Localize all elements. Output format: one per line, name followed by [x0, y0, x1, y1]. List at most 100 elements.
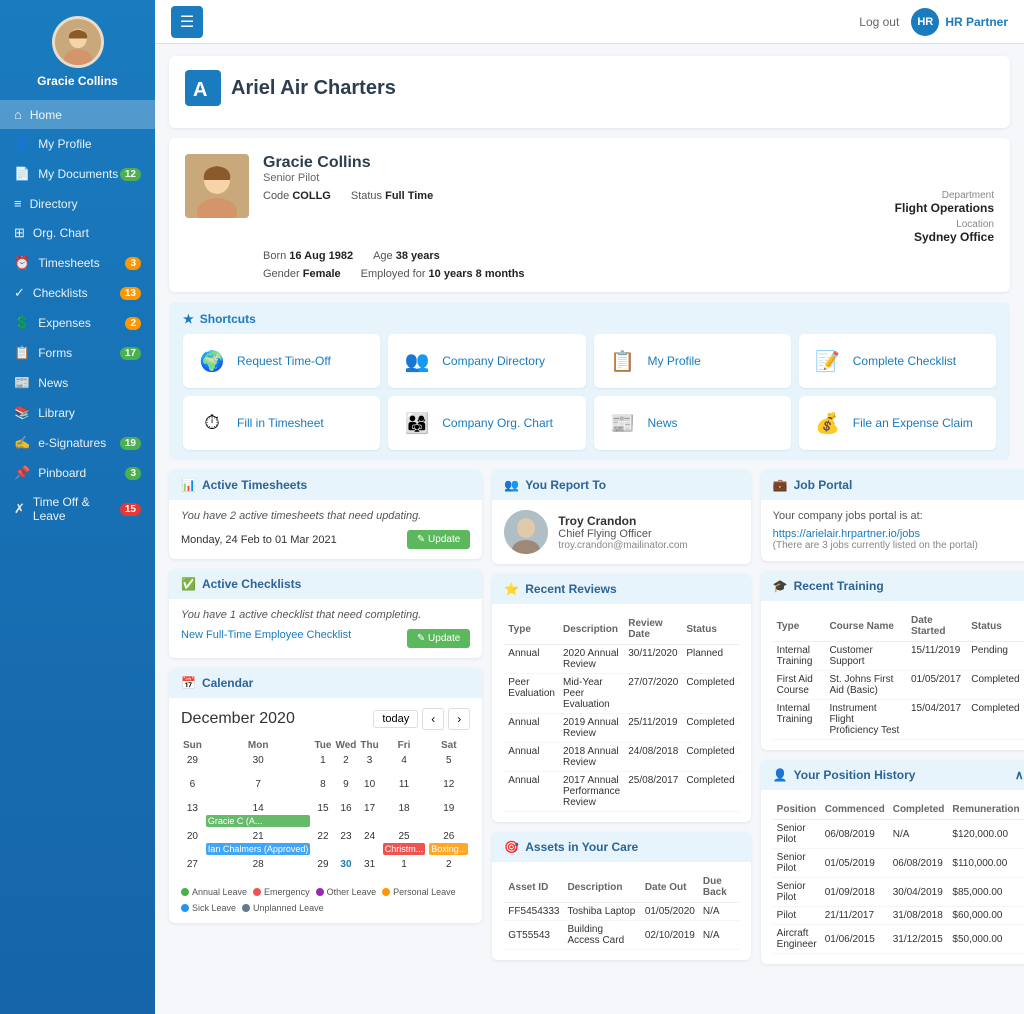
active-checklists-card: ✅ Active Checklists You have 1 active ch…: [169, 569, 482, 658]
review-type: Peer Evaluation: [504, 674, 559, 714]
checklist-update-button[interactable]: ✎ Update: [407, 629, 470, 648]
shortcut-my-profile[interactable]: 📋 My Profile: [594, 334, 791, 388]
sidebar-item-my-profile[interactable]: 👤 My Profile: [0, 129, 155, 159]
sidebar-item-my-documents[interactable]: 📄 My Documents 12: [0, 159, 155, 189]
sidebar-item-org-chart[interactable]: ⊞ Org. Chart: [0, 218, 155, 248]
sidebar-item-checklists[interactable]: ✓ Checklists 13: [0, 278, 155, 308]
calendar-today-button[interactable]: today: [373, 710, 418, 728]
training-title: Recent Training: [794, 579, 884, 593]
reviews-title: Recent Reviews: [525, 582, 616, 596]
training-course: Instrument Flight Proficiency Test: [825, 700, 907, 740]
job-portal-link[interactable]: https://arielair.hrpartner.io/jobs: [773, 528, 920, 540]
assets-col-desc: Description: [563, 872, 640, 903]
reviews-icon: ⭐: [504, 582, 519, 596]
profile-meta-2: Born 16 Aug 1982 Age 38 years: [263, 250, 994, 262]
cal-cell[interactable]: 30: [333, 857, 358, 881]
asset-date-out: 01/05/2020: [641, 903, 699, 921]
cal-cell[interactable]: 14Gracie C (A...: [204, 801, 313, 829]
cal-cell[interactable]: 13: [181, 801, 204, 829]
cal-cell[interactable]: 31: [358, 857, 380, 881]
cal-cell[interactable]: 23: [333, 829, 358, 857]
position-name: Pilot: [773, 907, 821, 925]
shortcut-company-directory[interactable]: 👥 Company Directory: [388, 334, 585, 388]
legend-unplanned: Unplanned Leave: [242, 903, 324, 913]
shortcut-fill-timesheet[interactable]: ⏱ Fill in Timesheet: [183, 396, 380, 450]
cal-cell[interactable]: 2: [427, 857, 470, 881]
sidebar-item-label: My Documents: [38, 167, 118, 181]
position-collapse-icon[interactable]: ∧: [1015, 768, 1024, 782]
calendar-next-button[interactable]: ›: [448, 708, 470, 730]
cal-cell[interactable]: 26Boxing...: [427, 829, 470, 857]
sidebar-item-timesheets[interactable]: ⏰ Timesheets 3: [0, 248, 155, 278]
cal-cell[interactable]: 25Christm...: [381, 829, 428, 857]
logout-link[interactable]: Log out: [859, 15, 899, 29]
cal-cell[interactable]: 7: [204, 777, 313, 801]
sidebar-item-label: Directory: [30, 197, 78, 211]
cal-cell[interactable]: 24: [358, 829, 380, 857]
calendar-controls: December 2020 today ‹ ›: [181, 708, 470, 730]
sidebar-item-e-signatures[interactable]: ✍ e-Signatures 19: [0, 428, 155, 458]
shortcut-complete-checklist[interactable]: 📝 Complete Checklist: [799, 334, 996, 388]
table-row: FF5454333 Toshiba Laptop 01/05/2020 N/A: [504, 903, 738, 921]
cal-cell[interactable]: 10: [358, 777, 380, 801]
cal-cell[interactable]: 29: [181, 753, 204, 777]
cal-cell[interactable]: 1: [312, 753, 333, 777]
sidebar-item-label: Library: [38, 406, 75, 420]
cal-cell[interactable]: 27: [181, 857, 204, 881]
sidebar-item-forms[interactable]: 📋 Forms 17: [0, 338, 155, 368]
checklist-link[interactable]: New Full-Time Employee Checklist: [181, 629, 351, 641]
cal-cell[interactable]: 6: [181, 777, 204, 801]
svg-text:A: A: [193, 79, 207, 101]
asset-id: GT55543: [504, 921, 563, 950]
training-col-date: Date Started: [907, 611, 967, 642]
cal-cell[interactable]: 20: [181, 829, 204, 857]
sidebar-item-time-off-leave[interactable]: ✗ Time Off & Leave 15: [0, 488, 155, 530]
cal-cell[interactable]: 1: [381, 857, 428, 881]
cal-cell[interactable]: 18: [381, 801, 428, 829]
assets-header: 🎯 Assets in Your Care: [492, 832, 750, 862]
calendar-prev-button[interactable]: ‹: [422, 708, 444, 730]
shortcut-news[interactable]: 📰 News: [594, 396, 791, 450]
hamburger-button[interactable]: ☰: [171, 6, 203, 38]
shortcut-request-timeoff[interactable]: 🌍 Request Time-Off: [183, 334, 380, 388]
cal-cell[interactable]: 9: [333, 777, 358, 801]
training-table: Type Course Name Date Started Status Int…: [773, 611, 1024, 740]
sidebar-username[interactable]: Gracie Collins: [37, 74, 118, 88]
cal-cell[interactable]: 21Ian Chalmers (Approved): [204, 829, 313, 857]
cal-cell[interactable]: 28: [204, 857, 313, 881]
cal-cell[interactable]: 11: [381, 777, 428, 801]
assets-body: Asset ID Description Date Out Due Back F…: [492, 862, 750, 960]
cal-day-sat: Sat: [427, 738, 470, 753]
recent-training-card: 🎓 Recent Training Type Course Name Date …: [761, 571, 1024, 750]
cal-cell[interactable]: 19: [427, 801, 470, 829]
cal-cell[interactable]: 15: [312, 801, 333, 829]
table-row: Senior Pilot 01/09/2018 30/04/2019 $85,0…: [773, 878, 1024, 907]
timesheet-update-button[interactable]: ✎ Update: [407, 530, 470, 549]
sidebar-item-expenses[interactable]: 💲 Expenses 2: [0, 308, 155, 338]
cal-cell[interactable]: 4: [381, 753, 428, 777]
topbar-right: Log out HR HR Partner: [859, 8, 1008, 36]
cal-cell[interactable]: 2: [333, 753, 358, 777]
profile-avatar: [185, 154, 249, 218]
cal-cell[interactable]: 5: [427, 753, 470, 777]
sidebar-item-library[interactable]: 📚 Library: [0, 398, 155, 428]
cal-cell[interactable]: 30: [204, 753, 313, 777]
position-history-title: Your Position History: [794, 768, 916, 782]
shortcut-file-expense[interactable]: 💰 File an Expense Claim: [799, 396, 996, 450]
legend-annual: Annual Leave: [181, 887, 247, 897]
cal-cell[interactable]: 3: [358, 753, 380, 777]
documents-icon: 📄: [14, 166, 30, 182]
cal-cell[interactable]: 17: [358, 801, 380, 829]
sidebar-item-home[interactable]: ⌂ Home: [0, 100, 155, 129]
cal-cell[interactable]: 29: [312, 857, 333, 881]
cal-cell[interactable]: 22: [312, 829, 333, 857]
training-col-course: Course Name: [825, 611, 907, 642]
sidebar-item-directory[interactable]: ≡ Directory: [0, 189, 155, 218]
sidebar-item-news[interactable]: 📰 News: [0, 368, 155, 398]
sidebar-item-pinboard[interactable]: 📌 Pinboard 3: [0, 458, 155, 488]
dept-info: Department Flight Operations Location Sy…: [895, 190, 994, 244]
shortcut-company-org-chart[interactable]: 👨‍👩‍👧 Company Org. Chart: [388, 396, 585, 450]
cal-cell[interactable]: 16: [333, 801, 358, 829]
cal-cell[interactable]: 8: [312, 777, 333, 801]
cal-cell[interactable]: 12: [427, 777, 470, 801]
